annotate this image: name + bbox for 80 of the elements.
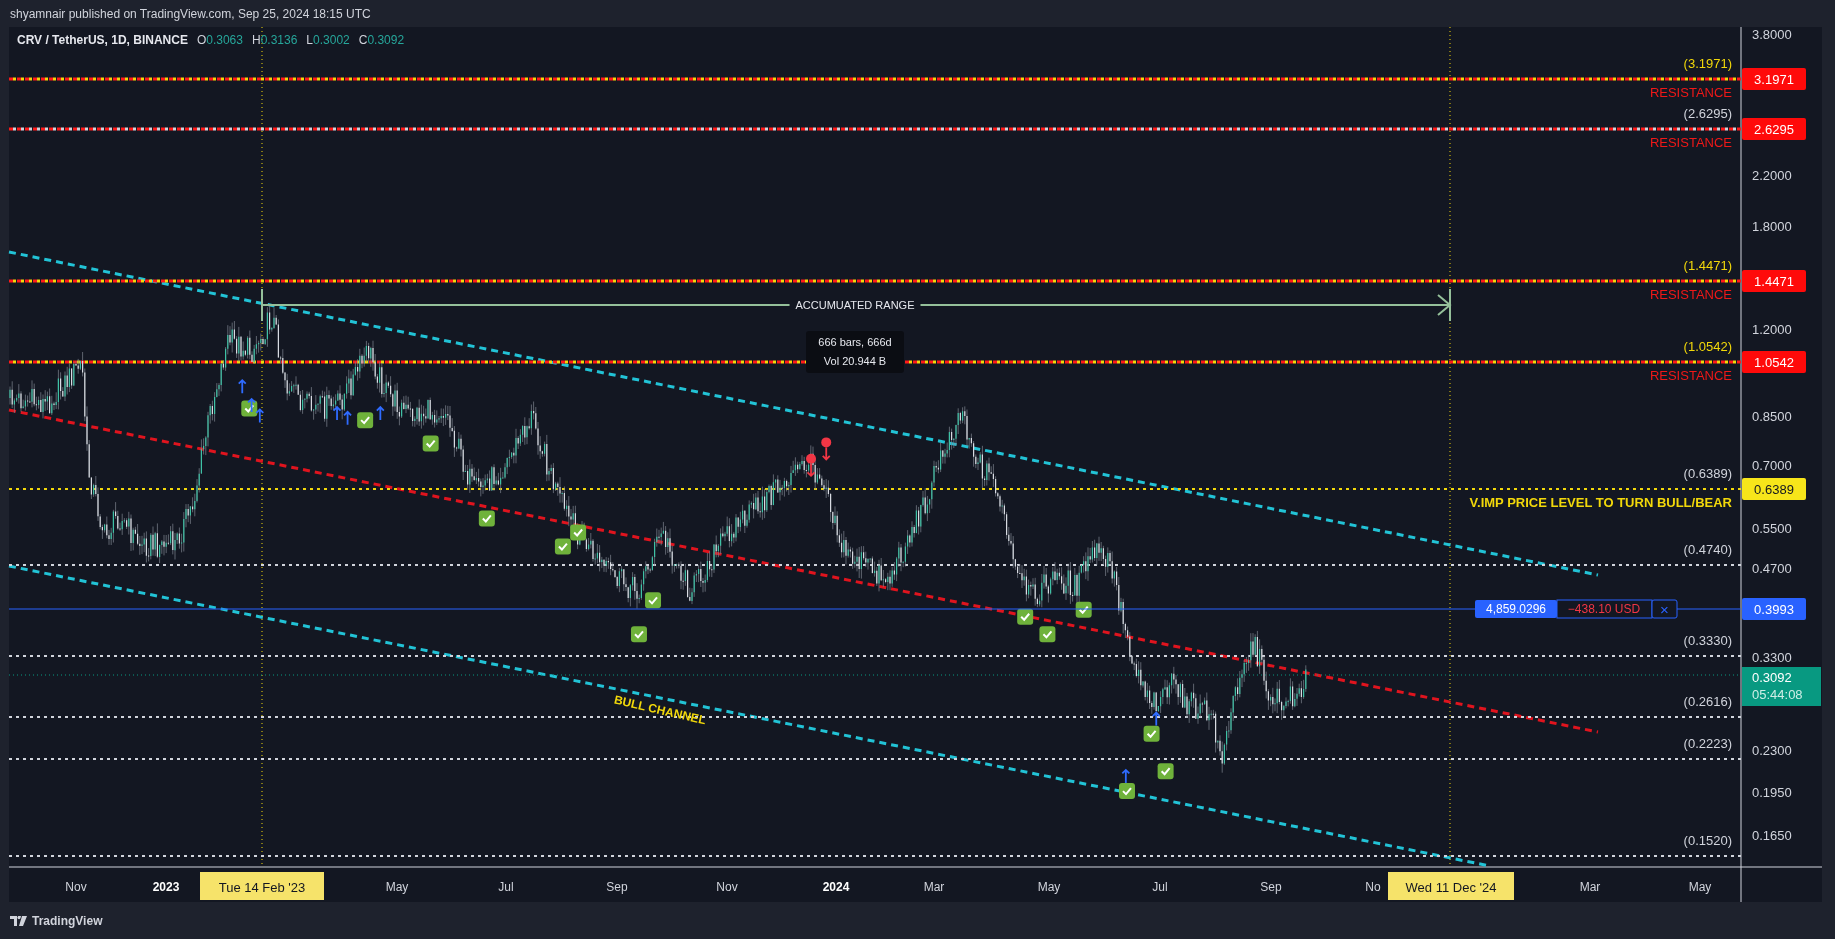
up-arrow-icon xyxy=(1121,768,1131,784)
level-price-label: (0.2616) xyxy=(1683,693,1732,709)
price-badge: 3.1971 xyxy=(1742,68,1806,90)
month-tick: Sep xyxy=(606,880,628,894)
month-tick: Jul xyxy=(1152,880,1168,894)
price-tick: 1.2000 xyxy=(1752,321,1792,337)
month-tick: May xyxy=(1037,880,1061,894)
pin-arrow-icon xyxy=(806,453,816,478)
level-note: V.IMP PRICE LEVEL TO TURN BULL/BEAR xyxy=(1469,494,1732,510)
up-arrow-icon xyxy=(1151,711,1161,727)
check-badge-icon xyxy=(357,412,374,429)
publish-byline: shyamnair published on TradingView.com, Sep 25, 2024 18:15 UTC xyxy=(10,6,371,21)
month-tick: Nov xyxy=(716,880,738,894)
level-price-label: (0.2223) xyxy=(1683,735,1732,751)
check-badge-icon xyxy=(645,592,662,609)
price-tick: 1.8000 xyxy=(1752,218,1792,234)
range-label: ACCUMUATED RANGE xyxy=(795,299,915,311)
month-tick: Sep xyxy=(1260,880,1282,894)
ohlc-value: C0.3092 xyxy=(358,33,405,47)
check-badge-icon xyxy=(1119,783,1135,800)
ohlc-value: O0.3063 xyxy=(196,33,243,47)
level-note: RESISTANCE xyxy=(1649,286,1732,302)
channel-label: BULL CHANNEL xyxy=(612,692,708,728)
price-tick: 3.8000 xyxy=(1752,27,1792,42)
month-tick: May xyxy=(385,880,409,894)
price-tick: 0.7000 xyxy=(1752,457,1792,473)
level-note: RESISTANCE xyxy=(1649,84,1732,100)
brand-name[interactable]: TradingView xyxy=(32,913,103,928)
level-price-label: (0.4740) xyxy=(1683,541,1732,557)
month-tick: Nov xyxy=(65,880,87,894)
price-badge: 0.6389 xyxy=(1742,478,1806,500)
level-price-label: (0.6389) xyxy=(1683,465,1732,481)
position-quantity[interactable]: 4,859.0296 xyxy=(1475,600,1557,618)
level-price-label: (0.3330) xyxy=(1683,632,1732,648)
logo-icon[interactable] xyxy=(10,915,27,926)
price-badge: 1.4471 xyxy=(1742,270,1806,292)
up-arrow-icon xyxy=(255,408,265,424)
up-arrow-icon xyxy=(247,397,256,413)
level-note: RESISTANCE xyxy=(1649,367,1732,383)
position-pnl: −438.10 USD xyxy=(1556,599,1653,619)
price-badge: 2.6295 xyxy=(1742,118,1806,140)
pin-arrow-icon xyxy=(821,437,832,461)
check-badge-icon xyxy=(1039,626,1056,643)
price-tick: 0.3300 xyxy=(1752,649,1792,665)
up-arrow-icon xyxy=(343,410,352,426)
measure-stat: Vol 20.944 B xyxy=(823,355,887,367)
up-arrow-icon xyxy=(332,405,342,421)
symbol-title: CRV / TetherUS, 1D, BINANCE xyxy=(17,33,188,47)
month-tick: Jul xyxy=(498,880,514,894)
ohlc-value: L0.3002 xyxy=(306,33,350,47)
month-tick: No xyxy=(1365,880,1381,894)
date-badge: Wed 11 Dec '24 xyxy=(1388,872,1514,900)
price-tick: 2.2000 xyxy=(1752,167,1792,183)
last-price-badge: 0.3092 05:44:08 xyxy=(1742,667,1821,706)
up-arrow-icon xyxy=(375,405,385,421)
level-note: RESISTANCE xyxy=(1649,134,1732,150)
level-price-label: (3.1971) xyxy=(1683,55,1732,71)
month-tick: Mar xyxy=(1579,880,1601,894)
level-price-label: (1.0542) xyxy=(1683,338,1732,354)
price-tick: 0.2300 xyxy=(1752,742,1792,758)
ohlc-value: H0.3136 xyxy=(251,33,298,47)
level-price-label: (2.6295) xyxy=(1683,105,1732,121)
price-tick: 0.5500 xyxy=(1752,520,1792,536)
month-tick: Mar xyxy=(923,880,945,894)
price-tick: 0.1650 xyxy=(1752,827,1792,843)
year-tick: 2024 xyxy=(822,880,850,894)
price-badge: 1.0542 xyxy=(1742,351,1806,373)
year-tick: 2023 xyxy=(152,880,180,894)
level-price-label: (0.1520) xyxy=(1683,832,1732,848)
price-tick: 0.8500 xyxy=(1752,408,1792,424)
month-tick: May xyxy=(1688,880,1712,894)
price-tick: 0.4700 xyxy=(1752,560,1792,576)
date-badge: Tue 14 Feb '23 xyxy=(200,872,324,900)
price-tick: 0.1950 xyxy=(1752,784,1792,800)
close-button[interactable]: × xyxy=(1651,599,1678,619)
up-arrow-icon xyxy=(237,378,247,395)
measure-stat: 666 bars, 666d xyxy=(818,336,892,348)
level-price-label: (1.4471) xyxy=(1683,257,1732,273)
check-badge-icon xyxy=(570,524,587,541)
price-badge: 0.3993 xyxy=(1742,598,1806,620)
